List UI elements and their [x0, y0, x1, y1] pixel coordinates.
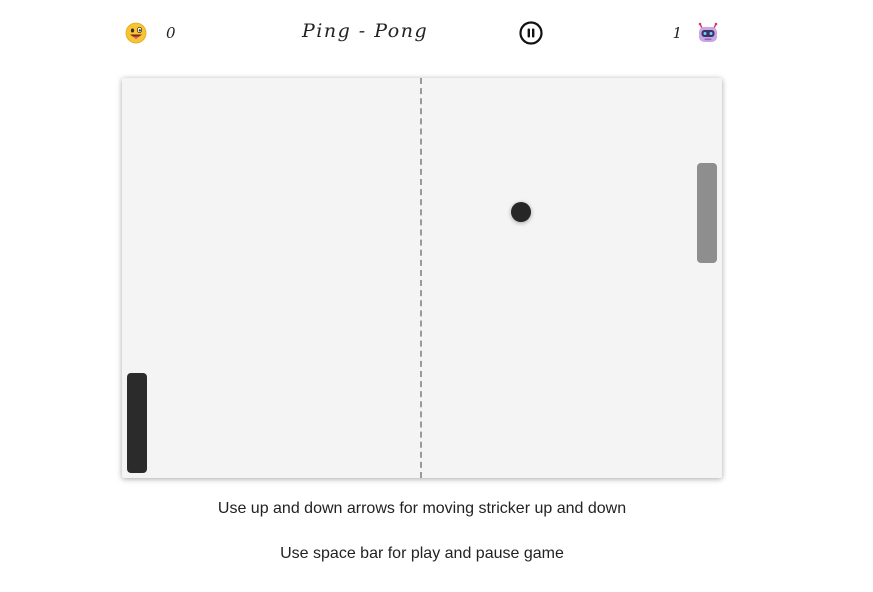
- game-title: Ping - Pong: [302, 20, 429, 42]
- scoreboard-header: 0 Ping - Pong 1: [122, 16, 722, 52]
- player-paddle[interactable]: [127, 373, 147, 473]
- grinning-tongue-face-icon: [125, 22, 147, 44]
- pause-circle-icon: [519, 21, 543, 45]
- ping-pong-page: 0 Ping - Pong 1 Use up and down arrows f…: [0, 0, 873, 592]
- pause-button[interactable]: [519, 21, 543, 45]
- player-score: 0: [166, 24, 176, 42]
- controls-instruction-spacebar: Use space bar for play and pause game: [280, 545, 564, 562]
- bot-paddle: [697, 163, 717, 263]
- center-net-line: [420, 78, 422, 478]
- game-board[interactable]: [122, 78, 722, 478]
- ball: [511, 202, 531, 222]
- controls-instruction-arrows: Use up and down arrows for moving strick…: [217, 500, 627, 517]
- robot-face-icon: [696, 21, 720, 45]
- bot-score: 1: [672, 24, 682, 42]
